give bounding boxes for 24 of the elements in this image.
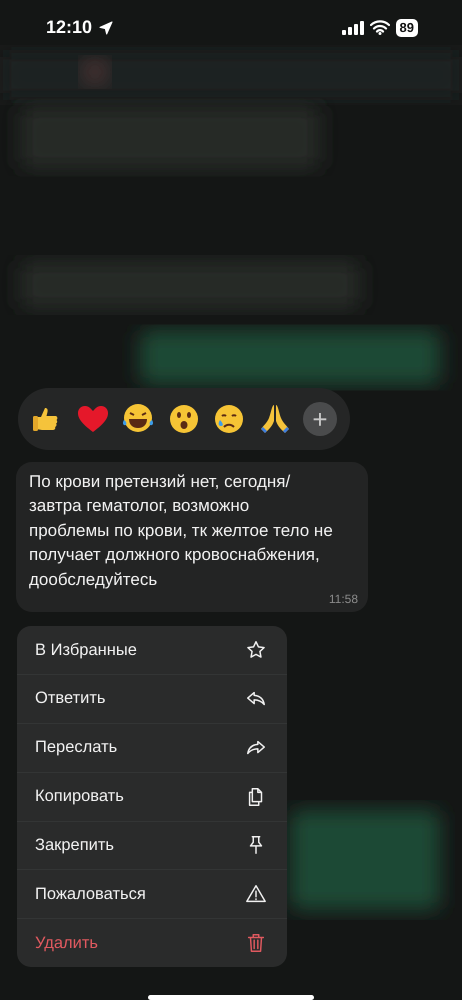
menu-item-label: Копировать — [35, 787, 124, 806]
menu-item[interactable]: Копировать — [17, 772, 287, 820]
message-time: 11:58 — [328, 592, 358, 606]
menu-item-label: Закрепить — [35, 836, 114, 855]
signal-icon — [342, 20, 364, 35]
menu-item[interactable]: Ответить — [17, 674, 287, 723]
location-arrow-icon — [98, 20, 114, 36]
menu-item[interactable]: В Избранные — [17, 626, 287, 674]
menu-item-label: Пожаловаться — [35, 884, 146, 904]
menu-item-label: Ответить — [35, 689, 106, 708]
menu-item[interactable]: Переслать — [17, 722, 287, 772]
wifi-icon — [370, 20, 390, 36]
menu-item[interactable]: Удалить — [17, 918, 287, 967]
trash-icon — [245, 932, 267, 954]
menu-item[interactable]: Закрепить — [17, 820, 287, 870]
menu-item-label: Удалить — [35, 934, 98, 953]
battery-level: 89 — [396, 18, 418, 37]
menu-item-label: В Избранные — [35, 640, 137, 660]
menu-item[interactable]: Пожаловаться — [17, 869, 287, 918]
message-text: По крови претензий нет, сегодня/ завтра гематолог, возможно проблемы по крови, тк желтое тело не получает должного кровоснабжения, дообследуйтесь — [29, 470, 334, 591]
blurred-avatar — [81, 58, 109, 86]
status-time: 12:10 — [46, 17, 92, 38]
more-reactions-button[interactable]: + — [303, 402, 337, 436]
menu-item-label: Переслать — [35, 738, 118, 758]
